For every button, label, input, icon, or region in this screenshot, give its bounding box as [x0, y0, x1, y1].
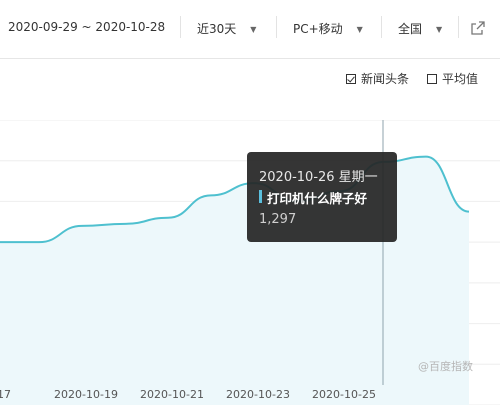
x-tick-label: 2020-10-21	[140, 388, 204, 401]
watermark: @百度指数	[418, 360, 473, 373]
data-point[interactable]	[208, 192, 214, 198]
series-color-marker	[259, 190, 262, 203]
period-select[interactable]: 近30天 ▼	[197, 20, 256, 37]
news-headline-label: 新闻头条	[361, 72, 410, 86]
caret-down-icon: ▼	[356, 25, 363, 34]
average-label: 平均值	[442, 72, 479, 86]
x-tick-label: 17	[0, 388, 11, 401]
data-point[interactable]	[36, 239, 42, 245]
data-point[interactable]	[122, 221, 128, 227]
device-select-label: PC+移动	[293, 22, 343, 36]
external-link-icon[interactable]	[470, 20, 486, 36]
divider	[180, 16, 181, 38]
x-tick-label: 2020-10-23	[226, 388, 290, 401]
tooltip-date: 2020-10-26 星期一	[259, 170, 378, 185]
news-headline-checkbox[interactable]: 新闻头条	[346, 70, 409, 87]
tooltip-value: 1,297	[259, 212, 297, 227]
toolbar: 2020-09-29 ~ 2020-10-28 近30天 ▼ PC+移动 ▼ 全国 ▼	[0, 0, 500, 59]
region-select[interactable]: 全国 ▼	[398, 20, 442, 37]
device-select[interactable]: PC+移动 ▼	[293, 20, 363, 37]
series-area	[0, 156, 469, 405]
data-tooltip: 2020-10-26 星期一 打印机什么牌子好 1,297	[247, 152, 397, 242]
caret-down-icon: ▼	[436, 25, 443, 34]
region-select-label: 全国	[398, 22, 423, 36]
period-select-label: 近30天	[197, 22, 237, 36]
tooltip-series-name: 打印机什么牌子好	[267, 191, 368, 206]
x-tick-label: 2020-10-25	[312, 388, 376, 401]
checkbox-checked-icon[interactable]	[346, 73, 356, 84]
divider	[381, 16, 382, 38]
date-range-picker[interactable]: 2020-09-29 ~ 2020-10-28	[8, 20, 165, 34]
data-point[interactable]	[79, 223, 85, 229]
divider	[458, 16, 459, 38]
divider	[276, 16, 277, 38]
data-point[interactable]	[466, 209, 472, 215]
data-point[interactable]	[165, 215, 171, 221]
caret-down-icon: ▼	[250, 25, 257, 34]
x-tick-label: 2020-10-19	[54, 388, 118, 401]
data-point[interactable]	[423, 154, 429, 160]
checkbox-empty-icon[interactable]	[427, 73, 437, 84]
average-checkbox[interactable]: 平均值	[427, 70, 478, 87]
